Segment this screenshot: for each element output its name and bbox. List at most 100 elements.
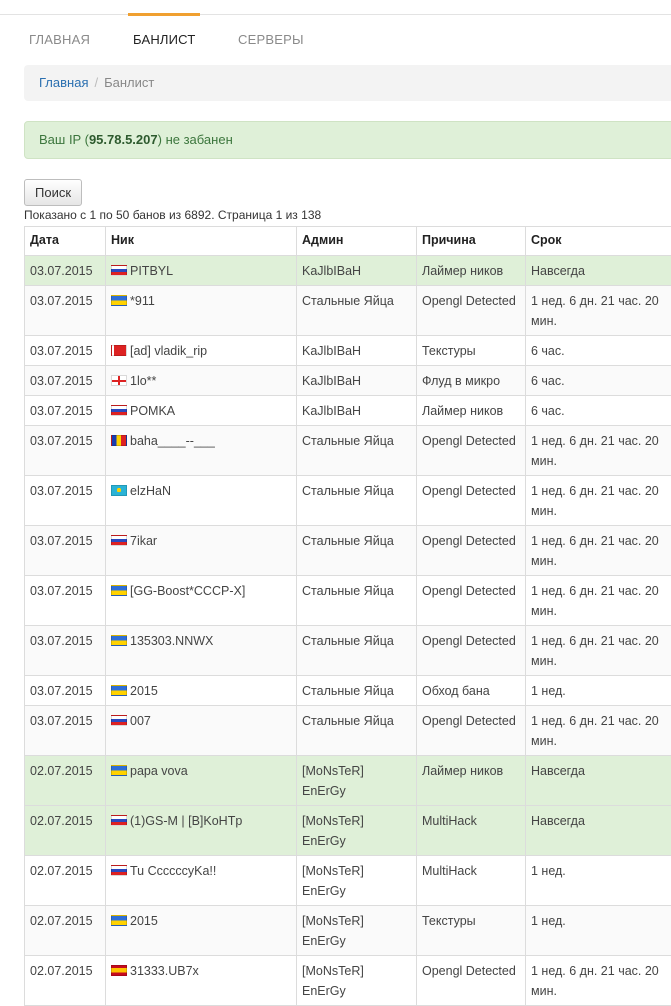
table-row[interactable]: 02.07.2015papa vova[MoNsTeR] EnErGyЛайме… <box>25 756 671 806</box>
nav-banlist[interactable]: БАНЛИСТ <box>128 15 200 65</box>
breadcrumb-home-link[interactable]: Главная <box>39 75 88 90</box>
cell-admin: KaJlbIBaH <box>297 256 417 286</box>
table-row[interactable]: 03.07.20157ikarСтальные ЯйцаOpengl Detec… <box>25 526 671 576</box>
cell-term: Навсегда <box>526 256 671 286</box>
header-reason[interactable]: Причина <box>417 227 526 256</box>
cell-term: 1 нед. <box>526 676 671 706</box>
cell-date: 02.07.2015 <box>25 856 106 906</box>
table-row[interactable]: 03.07.20152015Стальные ЯйцаОбход бана1 н… <box>25 676 671 706</box>
cell-term: 1 нед. 6 дн. 21 час. 20 мин. <box>526 956 671 1006</box>
cell-admin: Стальные Яйца <box>297 426 417 476</box>
flag-ru-icon <box>111 535 127 546</box>
flag-ru-icon <box>111 265 127 276</box>
nick-text[interactable]: baha____--___ <box>130 434 215 448</box>
cell-term: 1 нед. <box>526 906 671 956</box>
nav-servers[interactable]: СЕРВЕРЫ <box>238 15 304 65</box>
cell-admin: Стальные Яйца <box>297 576 417 626</box>
table-row[interactable]: 02.07.2015Tu CcccccyKa!![MoNsTeR] EnErGy… <box>25 856 671 906</box>
header-admin[interactable]: Админ <box>297 227 417 256</box>
cell-nick: 1lo** <box>106 366 297 396</box>
cell-admin: Стальные Яйца <box>297 676 417 706</box>
flag-ru-icon <box>111 405 127 416</box>
nick-text[interactable]: 2015 <box>130 914 158 928</box>
cell-nick: [ad] vladik_rip <box>106 336 297 366</box>
table-row[interactable]: 03.07.20151lo**KaJlbIBaHФлуд в микро6 ча… <box>25 366 671 396</box>
nick-text[interactable]: 31333.UB7x <box>130 964 199 978</box>
table-row[interactable]: 03.07.2015elzHaNСтальные ЯйцаOpengl Dete… <box>25 476 671 526</box>
nick-text[interactable]: 2015 <box>130 684 158 698</box>
header-term[interactable]: Срок <box>526 227 671 256</box>
cell-reason: Обход бана <box>417 676 526 706</box>
cell-nick: 007 <box>106 706 297 756</box>
table-row[interactable]: 02.07.2015(1)GS-M | [B]KoHTp[MoNsTeR] En… <box>25 806 671 856</box>
nav-home[interactable]: ГЛАВНАЯ <box>29 15 90 65</box>
nick-text[interactable]: 135303.NNWX <box>130 634 213 648</box>
banlist-table: Дата Ник Админ Причина Срок 03.07.2015 PI… <box>24 226 671 1006</box>
cell-admin: KaJlbIBaH <box>297 336 417 366</box>
table-row[interactable]: 03.07.2015[GG-Boost*CCCP-X]Стальные Яйца… <box>25 576 671 626</box>
cell-term: 6 час. <box>526 366 671 396</box>
cell-nick: 2015 <box>106 906 297 956</box>
alert-ip: 95.78.5.207 <box>89 132 158 147</box>
cell-nick: 31333.UB7x <box>106 956 297 1006</box>
table-row[interactable]: 03.07.2015POMKAKaJlbIBaHЛаймер ников6 ча… <box>25 396 671 426</box>
nick-text[interactable]: 7ikar <box>130 534 157 548</box>
flag-ua-icon <box>111 635 127 646</box>
table-header-row: Дата Ник Админ Причина Срок <box>25 227 671 256</box>
nick-text[interactable]: papa vova <box>130 764 188 778</box>
cell-nick: POMKA <box>106 396 297 426</box>
cell-term: 6 час. <box>526 336 671 366</box>
table-row[interactable]: 03.07.2015135303.NNWXСтальные ЯйцаOpengl… <box>25 626 671 676</box>
cell-admin: [MoNsTeR] EnErGy <box>297 906 417 956</box>
cell-date: 03.07.2015 <box>25 286 106 336</box>
cell-term: 1 нед. 6 дн. 21 час. 20 мин. <box>526 576 671 626</box>
flag-ua-icon <box>111 765 127 776</box>
cell-term: 1 нед. 6 дн. 21 час. 20 мин. <box>526 526 671 576</box>
flag-ua-icon <box>111 685 127 696</box>
cell-term: Навсегда <box>526 756 671 806</box>
nick-text[interactable]: POMKA <box>130 404 175 418</box>
cell-date: 03.07.2015 <box>25 526 106 576</box>
header-date[interactable]: Дата <box>25 227 106 256</box>
cell-reason: Флуд в микро <box>417 366 526 396</box>
nick-text[interactable]: 1lo** <box>130 374 156 388</box>
cell-term: 1 нед. <box>526 856 671 906</box>
table-row[interactable]: 03.07.2015*911Стальные ЯйцаOpengl Detect… <box>25 286 671 336</box>
table-row[interactable]: 02.07.201531333.UB7x[MoNsTeR] EnErGyOpen… <box>25 956 671 1006</box>
flag-ge-icon <box>111 375 127 386</box>
flag-es-icon <box>111 965 127 976</box>
breadcrumb-current: Банлист <box>104 75 154 90</box>
table-row[interactable]: 03.07.2015baha____--___Стальные ЯйцаOpen… <box>25 426 671 476</box>
cell-reason: Opengl Detected <box>417 526 526 576</box>
cell-admin: KaJlbIBaH <box>297 366 417 396</box>
cell-nick: papa vova <box>106 756 297 806</box>
nick-text[interactable]: elzHaN <box>130 484 171 498</box>
cell-reason: Текстуры <box>417 906 526 956</box>
cell-admin: Стальные Яйца <box>297 626 417 676</box>
nick-text[interactable]: [GG-Boost*CCCP-X] <box>130 584 245 598</box>
table-row[interactable]: 03.07.2015PITBYLKaJlbIBaHЛаймер никовНав… <box>25 256 671 286</box>
cell-date: 03.07.2015 <box>25 706 106 756</box>
cell-date: 03.07.2015 <box>25 396 106 426</box>
nick-text[interactable]: PITBYL <box>130 264 173 278</box>
table-row[interactable]: 02.07.20152015[MoNsTeR] EnErGyТекстуры1 … <box>25 906 671 956</box>
table-row[interactable]: 03.07.2015[ad] vladik_ripKaJlbIBaHТексту… <box>25 336 671 366</box>
cell-reason: Текстуры <box>417 336 526 366</box>
cell-term: 1 нед. 6 дн. 21 час. 20 мин. <box>526 626 671 676</box>
nick-text[interactable]: Tu CcccccyKa!! <box>130 864 216 878</box>
cell-date: 02.07.2015 <box>25 956 106 1006</box>
nick-text[interactable]: [ad] vladik_rip <box>130 344 207 358</box>
cell-nick: PITBYL <box>106 256 297 286</box>
cell-reason: Opengl Detected <box>417 286 526 336</box>
search-button[interactable]: Поиск <box>24 179 82 206</box>
cell-date: 02.07.2015 <box>25 756 106 806</box>
cell-reason: Opengl Detected <box>417 956 526 1006</box>
header-nick[interactable]: Ник <box>106 227 297 256</box>
table-row[interactable]: 03.07.2015007Стальные ЯйцаOpengl Detecte… <box>25 706 671 756</box>
nick-text[interactable]: 007 <box>130 714 151 728</box>
nick-text[interactable]: *911 <box>130 294 155 308</box>
cell-term: Навсегда <box>526 806 671 856</box>
cell-reason: Opengl Detected <box>417 576 526 626</box>
nick-text[interactable]: (1)GS-M | [B]KoHTp <box>130 814 242 828</box>
cell-admin: Стальные Яйца <box>297 706 417 756</box>
